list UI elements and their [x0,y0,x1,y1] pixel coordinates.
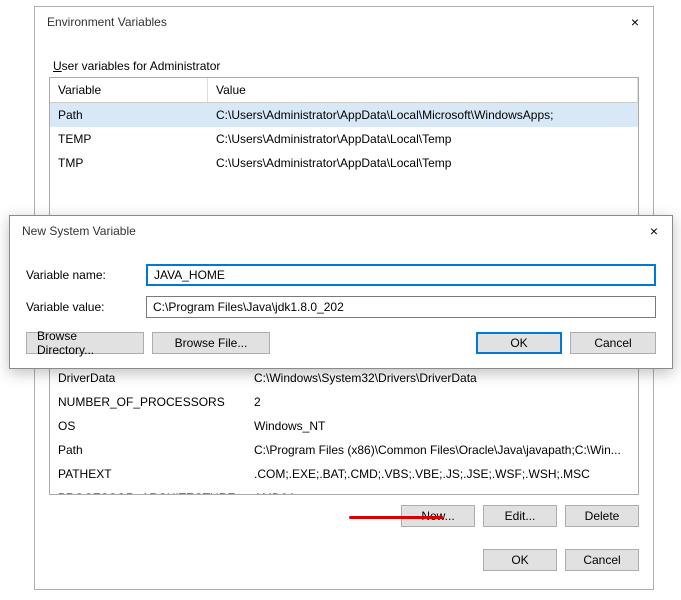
table-row[interactable]: Path C:\Users\Administrator\AppData\Loca… [50,103,638,127]
table-row[interactable]: Path C:\Program Files (x86)\Common Files… [50,438,638,462]
cell-variable: Path [50,440,246,460]
variable-name-label: Variable name: [26,268,146,282]
table-row[interactable]: NUMBER_OF_PROCESSORS 2 [50,390,638,414]
env-title-bar: Environment Variables × [35,7,653,37]
variable-value-label: Variable value: [26,300,146,314]
env-window-title: Environment Variables [47,15,625,29]
col-variable[interactable]: Variable [50,78,208,102]
cell-value: 2 [246,392,638,412]
table-row[interactable]: TEMP C:\Users\Administrator\AppData\Loca… [50,127,638,151]
table-row[interactable]: OS Windows_NT [50,414,638,438]
cell-value: C:\Users\Administrator\AppData\Local\Tem… [208,129,638,149]
user-vars-label: User variables for Administrator [53,59,639,73]
cell-value: .COM;.EXE;.BAT;.CMD;.VBS;.VBE;.JS;.JSE;.… [246,464,638,484]
dialog-buttons: Browse Directory... Browse File... OK Ca… [26,332,656,354]
variable-name-row: Variable name: [26,264,656,286]
variable-value-input[interactable] [146,296,656,318]
cell-variable: TMP [50,153,208,173]
cell-variable: PATHEXT [50,464,246,484]
browse-directory-button[interactable]: Browse Directory... [26,332,144,354]
annotation-underline [349,516,443,519]
cell-variable: Path [50,105,208,125]
cell-variable: PROCESSOR_ARCHITECTURE [50,488,246,495]
ok-button[interactable]: OK [483,549,557,571]
new-system-variable-dialog: New System Variable × Variable name: Var… [9,215,673,369]
table-row[interactable]: PROCESSOR_ARCHITECTURE AMD64 [50,486,638,495]
cell-value: C:\Users\Administrator\AppData\Local\Tem… [208,153,638,173]
cell-value: Windows_NT [246,416,638,436]
cell-value: C:\Windows\System32\Drivers\DriverData [246,368,638,388]
dialog-content: Variable name: Variable value: Browse Di… [10,246,672,368]
sys-vars-body: DriverData C:\Windows\System32\Drivers\D… [50,367,638,495]
user-vars-table[interactable]: Variable Value Path C:\Users\Administrat… [49,77,639,227]
table-row[interactable]: DriverData C:\Windows\System32\Drivers\D… [50,367,638,390]
table-row[interactable]: TMP C:\Users\Administrator\AppData\Local… [50,151,638,175]
col-value[interactable]: Value [208,78,638,102]
close-icon[interactable]: × [625,12,645,32]
user-vars-header: Variable Value [50,78,638,103]
cell-value: C:\Users\Administrator\AppData\Local\Mic… [208,105,638,125]
cell-variable: OS [50,416,246,436]
browse-file-button[interactable]: Browse File... [152,332,270,354]
cell-variable: NUMBER_OF_PROCESSORS [50,392,246,412]
cancel-button[interactable]: Cancel [565,549,639,571]
variable-name-input[interactable] [146,264,656,286]
close-icon[interactable]: × [644,221,664,241]
edit-button[interactable]: Edit... [483,505,557,527]
cell-value: C:\Program Files (x86)\Common Files\Orac… [246,440,638,460]
cell-value: AMD64 [246,488,638,495]
sys-vars-buttons: New... Edit... Delete [49,505,639,527]
variable-value-row: Variable value: [26,296,656,318]
ok-button[interactable]: OK [476,332,562,354]
delete-button[interactable]: Delete [565,505,639,527]
cell-variable: TEMP [50,129,208,149]
user-vars-body: Path C:\Users\Administrator\AppData\Loca… [50,103,638,175]
dialog-title: New System Variable [22,224,644,238]
sys-vars-table[interactable]: DriverData C:\Windows\System32\Drivers\D… [49,367,639,495]
table-row[interactable]: PATHEXT .COM;.EXE;.BAT;.CMD;.VBS;.VBE;.J… [50,462,638,486]
footer-buttons: OK Cancel [49,549,639,571]
dialog-title-bar: New System Variable × [10,216,672,246]
cancel-button[interactable]: Cancel [570,332,656,354]
cell-variable: DriverData [50,368,246,388]
